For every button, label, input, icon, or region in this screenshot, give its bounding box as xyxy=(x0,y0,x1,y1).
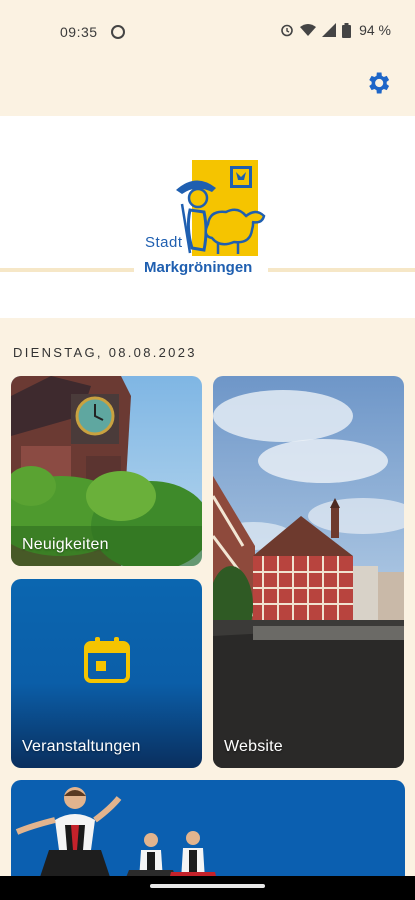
logo-text-stadt: Stadt xyxy=(145,234,183,251)
website-photo xyxy=(213,376,404,768)
signal-icon xyxy=(322,23,337,37)
events-tile[interactable]: Veranstaltungen xyxy=(11,579,202,768)
settings-button[interactable] xyxy=(364,69,392,97)
current-date: DIENSTAG, 08.08.2023 xyxy=(13,345,197,360)
website-tile[interactable]: Website xyxy=(213,376,404,768)
promo-tile[interactable] xyxy=(11,780,405,880)
news-tile-label: Neuigkeiten xyxy=(22,536,109,553)
alarm-icon xyxy=(281,24,293,37)
logo-divider-left xyxy=(0,268,134,272)
wifi-icon xyxy=(300,24,317,36)
logo-banner: Stadt Markgröningen xyxy=(0,116,415,318)
battery-icon xyxy=(342,22,352,38)
logo-divider-right xyxy=(268,268,415,272)
notification-dot-icon xyxy=(111,25,125,39)
website-tile-label: Website xyxy=(224,738,283,755)
home-gesture-handle[interactable] xyxy=(150,884,265,888)
logo-text-city: Markgröningen xyxy=(144,259,253,276)
battery-percent: 94 % xyxy=(359,22,391,38)
news-tile[interactable]: Neuigkeiten xyxy=(11,376,202,566)
system-nav-bar xyxy=(0,876,415,900)
status-time: 09:35 xyxy=(60,24,98,40)
status-bar: 09:35 94 % xyxy=(0,0,415,64)
events-tile-label: Veranstaltungen xyxy=(22,738,141,755)
calendar-icon xyxy=(84,637,130,683)
dancers-illustration xyxy=(15,787,217,880)
gear-icon xyxy=(369,72,390,94)
status-icons: 94 % xyxy=(280,22,391,38)
